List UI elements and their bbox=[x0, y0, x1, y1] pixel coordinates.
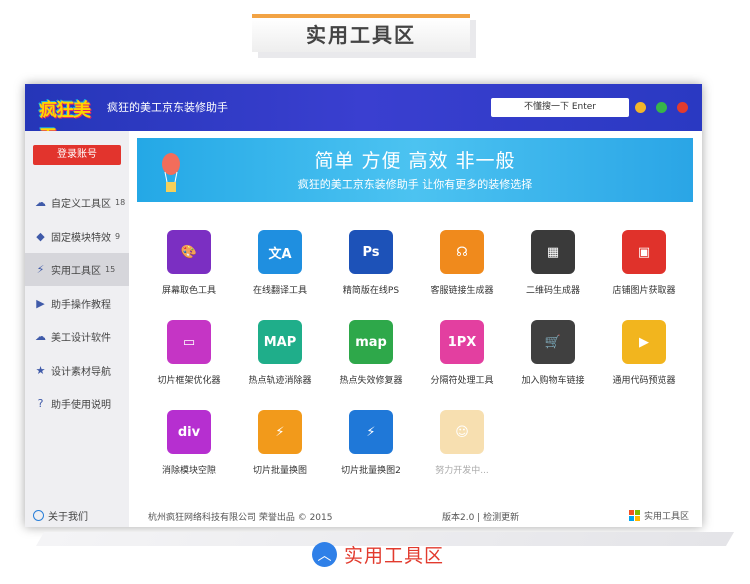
tool-item[interactable]: 🛒 加入购物车链接 bbox=[505, 314, 597, 386]
cube-icon: ◆ bbox=[36, 229, 45, 243]
app-logo: 疯狂美工 bbox=[39, 94, 101, 147]
sidebar-item-label: 设计素材导航 bbox=[51, 366, 111, 378]
tool-item[interactable]: ⚡ 切片批量换图 bbox=[232, 404, 324, 476]
star-icon: ★ bbox=[35, 363, 46, 377]
windows-icon bbox=[629, 510, 640, 521]
tool-label: 切片框架优化器 bbox=[157, 376, 221, 386]
tool-label: 消除模块空隙 bbox=[161, 466, 216, 476]
tool-item[interactable]: ▭ 切片框架优化器 bbox=[141, 314, 233, 386]
sidebar-item-count: 9 bbox=[115, 231, 121, 241]
code-viewer-icon: ▶ bbox=[622, 320, 666, 364]
sidebar-item[interactable]: ☁ 美工设计软件 bbox=[25, 320, 129, 353]
close-button[interactable] bbox=[677, 102, 688, 113]
chevron-up-icon: ︿ bbox=[312, 542, 337, 567]
sidebar-item[interactable]: ★ 设计素材导航 bbox=[25, 354, 129, 387]
pixel-icon: 1PX bbox=[440, 320, 484, 364]
bottom-label: ︿ 实用工具区 bbox=[312, 541, 444, 568]
tool-label: 屏幕取色工具 bbox=[161, 286, 216, 296]
tool-label: 热点失效修复器 bbox=[339, 376, 403, 386]
smiley-icon: ☺ bbox=[440, 410, 484, 454]
tool-item[interactable]: MAP 热点轨迹消除器 bbox=[232, 314, 324, 386]
sidebar-item[interactable]: ? 助手使用说明 bbox=[25, 387, 129, 420]
tool-label: 分隔符处理工具 bbox=[430, 376, 494, 386]
app-window: 疯狂美工 疯狂的美工京东装修助手 不懂搜一下 Enter 登录账号 ☁ 自定义工具… bbox=[25, 84, 702, 527]
sidebar-item-label: 固定模块特效 bbox=[51, 232, 111, 244]
login-button[interactable]: 登录账号 bbox=[33, 145, 121, 165]
maximize-button[interactable] bbox=[656, 102, 667, 113]
tool-item[interactable]: 🎨 屏幕取色工具 bbox=[141, 224, 233, 296]
tool-label: 店铺图片获取器 bbox=[612, 286, 676, 296]
qrcode-icon: ▦ bbox=[531, 230, 575, 274]
tool-item[interactable]: div 消除模块空隙 bbox=[141, 404, 233, 476]
tool-label: 切片批量换图 bbox=[252, 466, 307, 476]
batch-image2-icon: ⚡ bbox=[349, 410, 393, 454]
app-title: 疯狂的美工京东装修助手 bbox=[107, 101, 228, 114]
tool-label: 加入购物车链接 bbox=[521, 376, 585, 386]
map-repair-icon: map bbox=[349, 320, 393, 364]
tool-item[interactable]: ▦ 二维码生成器 bbox=[505, 224, 597, 296]
sidebar-item-label: 助手使用说明 bbox=[51, 400, 111, 411]
sidebar-item-label: 美工设计软件 bbox=[51, 333, 111, 344]
photoshop-icon: Ps bbox=[349, 230, 393, 274]
info-icon bbox=[33, 510, 44, 521]
minimize-button[interactable] bbox=[635, 102, 646, 113]
image-download-icon: ▣ bbox=[622, 230, 666, 274]
tool-item[interactable]: ⚡ 切片批量换图2 bbox=[323, 404, 415, 476]
about-link[interactable]: 关于我们 bbox=[33, 508, 88, 523]
section-tab: 实用工具区 bbox=[252, 14, 470, 52]
sidebar-item-label: 自定义工具区 bbox=[51, 199, 111, 210]
about-label: 关于我们 bbox=[48, 512, 88, 523]
sidebar-item[interactable]: ◆ 固定模块特效 9 bbox=[25, 220, 129, 253]
sidebar-item-count: 18 bbox=[115, 198, 126, 207]
footer-section-label: 实用工具区 bbox=[644, 512, 690, 522]
sidebar-item-count: 15 bbox=[105, 265, 116, 274]
tool-item[interactable]: map 热点失效修复器 bbox=[323, 314, 415, 386]
tool-label: 切片批量换图2 bbox=[341, 466, 401, 476]
banner-subtitle: 疯狂的美工京东装修助手 让你有更多的装修选择 bbox=[297, 178, 533, 191]
copyright-text: 杭州疯狂网络科技有限公司 荣誉出品 © 2015 bbox=[148, 513, 333, 523]
sidebar-item-label: 助手操作教程 bbox=[51, 299, 111, 311]
bottom-label-text: 实用工具区 bbox=[344, 545, 445, 567]
sidebar-item[interactable]: ☁ 自定义工具区 18 bbox=[25, 186, 129, 219]
tool-label: 通用代码预览器 bbox=[612, 376, 676, 386]
tool-label: 热点轨迹消除器 bbox=[248, 376, 312, 386]
slice-icon: ▭ bbox=[167, 320, 211, 364]
map-icon: MAP bbox=[258, 320, 302, 364]
palette-icon: 🎨 bbox=[167, 230, 211, 274]
tool-item[interactable]: 文A 在线翻译工具 bbox=[232, 224, 324, 296]
sidebar-item[interactable]: ⚡ 实用工具区 15 bbox=[25, 253, 129, 286]
banner: 简单 方便 高效 非一般 疯狂的美工京东装修助手 让你有更多的装修选择 bbox=[137, 138, 693, 202]
version-text[interactable]: 版本2.0 | 检测更新 bbox=[442, 510, 519, 523]
tool-item[interactable]: ☊ 客服链接生成器 bbox=[414, 224, 506, 296]
tool-label: 努力开发中... bbox=[435, 466, 489, 476]
cloud-download-icon: ☁ bbox=[35, 330, 46, 343]
tool-label: 在线翻译工具 bbox=[252, 286, 307, 296]
tool-item[interactable]: Ps 精简版在线PS bbox=[323, 224, 415, 296]
bolt-icon: ⚡ bbox=[36, 263, 45, 276]
tool-label: 二维码生成器 bbox=[525, 286, 580, 296]
banner-title: 简单 方便 高效 非一般 bbox=[314, 150, 516, 172]
sidebar: 登录账号 ☁ 自定义工具区 18 ◆ 固定模块特效 9 ⚡ 实用工具区 15 ▶ 助手操作教程 ☁ 美工… bbox=[25, 131, 129, 527]
tool-item[interactable]: 1PX 分隔符处理工具 bbox=[414, 314, 506, 386]
cloud-icon: ☁ bbox=[35, 196, 46, 209]
tool-item: ☺ 努力开发中... bbox=[414, 404, 506, 476]
translate-icon: 文A bbox=[258, 230, 302, 274]
headset-icon: ☊ bbox=[440, 230, 484, 274]
title-bar: 疯狂美工 疯狂的美工京东装修助手 不懂搜一下 Enter bbox=[25, 84, 702, 147]
tool-item[interactable]: ▣ 店铺图片获取器 bbox=[596, 224, 688, 296]
tool-label: 精简版在线PS bbox=[342, 286, 400, 296]
footer: 杭州疯狂网络科技有限公司 荣誉出品 © 2015 版本2.0 | 检测更新 实用… bbox=[129, 504, 702, 527]
help-icon: ? bbox=[37, 397, 44, 410]
play-icon: ▶ bbox=[36, 296, 45, 310]
tool-label: 客服链接生成器 bbox=[430, 286, 494, 296]
sidebar-item[interactable]: ▶ 助手操作教程 bbox=[25, 287, 129, 320]
sidebar-item-label: 实用工具区 bbox=[51, 266, 101, 277]
tool-item[interactable]: ▶ 通用代码预览器 bbox=[596, 314, 688, 386]
search-input[interactable]: 不懂搜一下 Enter bbox=[491, 98, 629, 117]
cart-icon: 🛒 bbox=[531, 320, 575, 364]
div-icon: div bbox=[167, 410, 211, 454]
footer-section: 实用工具区 bbox=[629, 509, 689, 522]
batch-image-icon: ⚡ bbox=[258, 410, 302, 454]
